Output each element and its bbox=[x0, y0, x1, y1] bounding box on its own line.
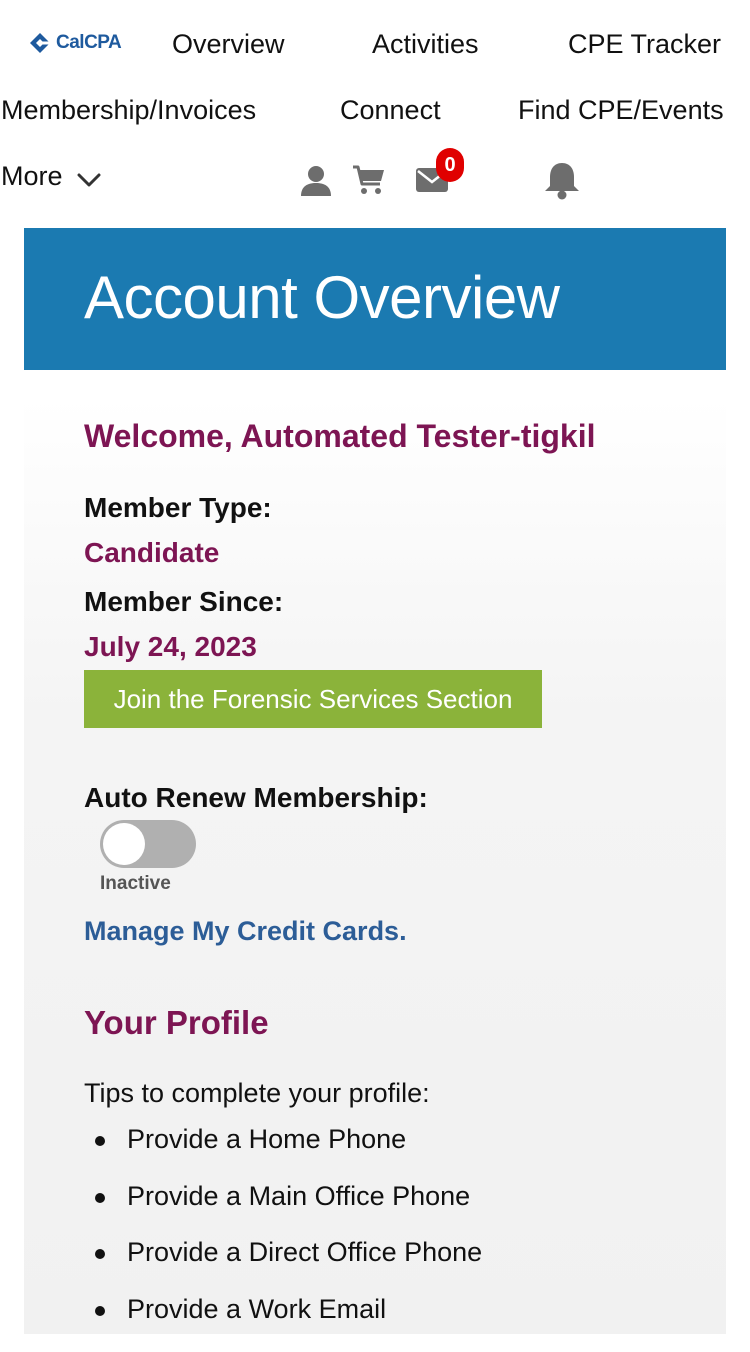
chevron-down-icon bbox=[77, 173, 101, 187]
message-count-badge: 0 bbox=[436, 148, 464, 182]
auto-renew-status: Inactive bbox=[100, 874, 171, 893]
logo-mark-icon bbox=[29, 32, 51, 54]
toggle-knob bbox=[103, 823, 145, 865]
profile-tips-intro: Tips to complete your profile: bbox=[84, 1080, 430, 1107]
logo-text: CalCPA bbox=[56, 32, 121, 54]
nav-membership-invoices[interactable]: Membership/Invoices bbox=[1, 97, 256, 124]
page-title: Account Overview bbox=[84, 268, 560, 328]
member-type-value: Candidate bbox=[84, 539, 219, 567]
member-since-label: Member Since: bbox=[84, 588, 283, 616]
account-card: Welcome, Automated Tester-tigkil Member … bbox=[24, 398, 726, 1334]
profile-tip-item: Provide a Work Email bbox=[84, 1296, 482, 1352]
nav-cpe-tracker[interactable]: CPE Tracker bbox=[568, 31, 721, 58]
auto-renew-label: Auto Renew Membership: bbox=[84, 784, 428, 812]
nav-connect[interactable]: Connect bbox=[340, 97, 441, 124]
nav-find-cpe-events[interactable]: Find CPE/Events bbox=[518, 97, 724, 124]
cart-icon[interactable] bbox=[352, 164, 386, 196]
member-type-label: Member Type: bbox=[84, 494, 272, 522]
nav-more-label: More bbox=[1, 163, 63, 190]
calcpa-logo[interactable]: CalCPA bbox=[29, 32, 121, 54]
profile-tip-item: Provide a Home Phone bbox=[84, 1126, 482, 1183]
auto-renew-toggle[interactable] bbox=[100, 820, 196, 868]
manage-credit-cards-link[interactable]: Manage My Credit Cards. bbox=[84, 918, 407, 945]
user-icon[interactable] bbox=[300, 164, 332, 196]
nav-overview[interactable]: Overview bbox=[172, 31, 285, 58]
profile-heading: Your Profile bbox=[84, 1006, 269, 1039]
page-header-banner: Account Overview bbox=[24, 228, 726, 370]
bell-icon[interactable] bbox=[543, 160, 581, 200]
profile-tips-list: Provide a Home Phone Provide a Main Offi… bbox=[84, 1126, 482, 1352]
top-navigation: CalCPA Overview Activities CPE Tracker M… bbox=[0, 0, 750, 228]
welcome-heading: Welcome, Automated Tester-tigkil bbox=[84, 420, 596, 452]
member-since-value: July 24, 2023 bbox=[84, 633, 257, 661]
nav-activities[interactable]: Activities bbox=[372, 31, 479, 58]
profile-tip-item: Provide a Direct Office Phone bbox=[84, 1239, 482, 1296]
nav-more[interactable]: More bbox=[1, 163, 101, 190]
profile-tip-item: Provide a Main Office Phone bbox=[84, 1183, 482, 1240]
join-forensic-section-button[interactable]: Join the Forensic Services Section bbox=[84, 670, 542, 728]
